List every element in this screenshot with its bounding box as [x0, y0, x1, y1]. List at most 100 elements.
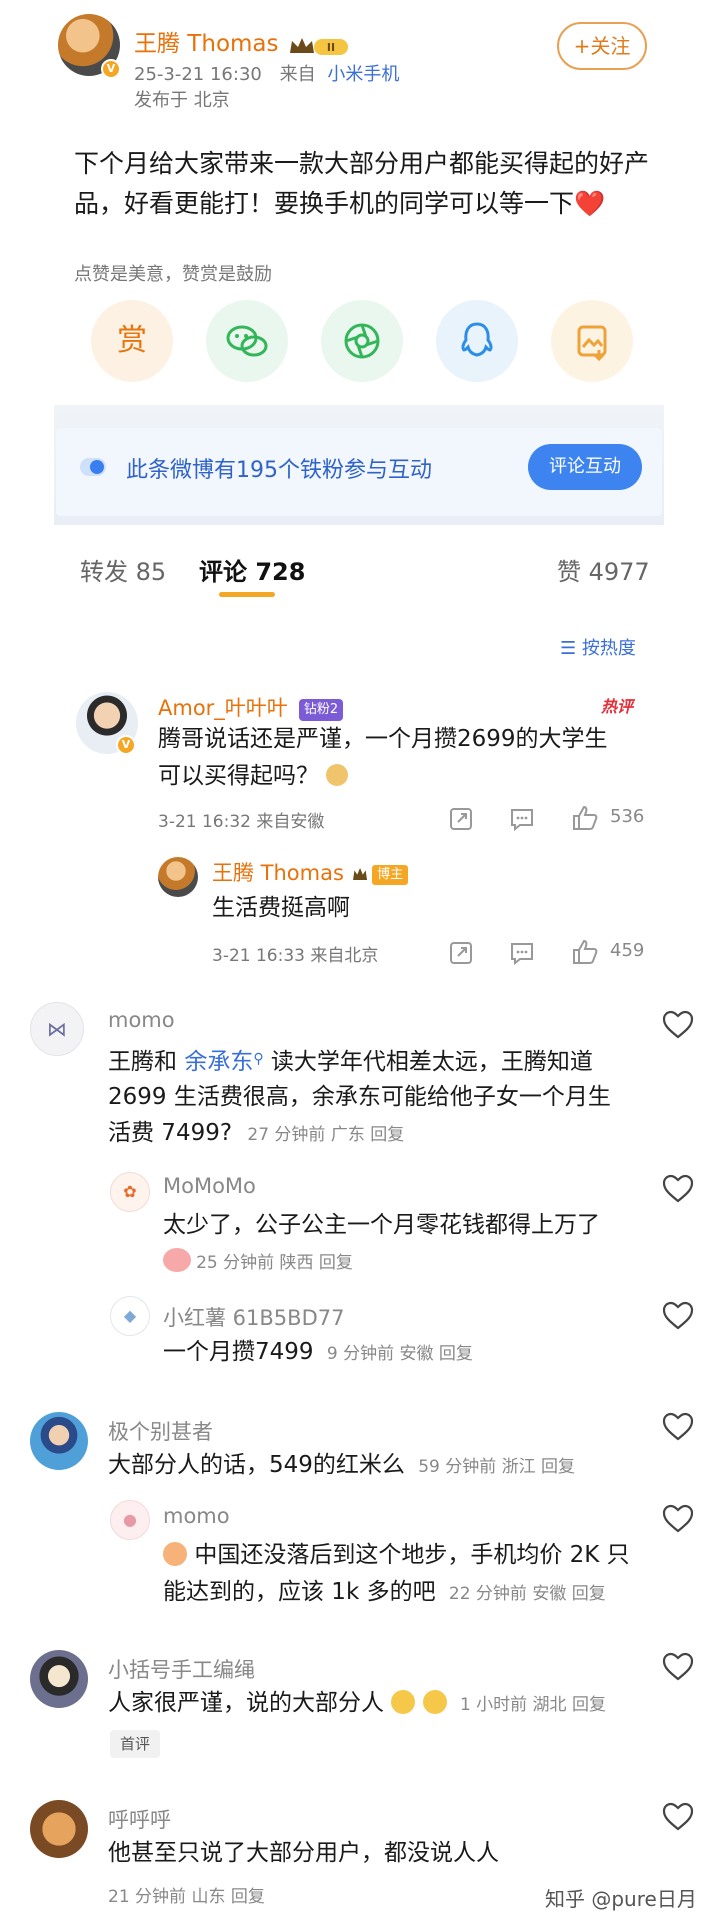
heart-icon[interactable]	[662, 1174, 694, 1204]
comment-avatar[interactable]	[30, 1650, 88, 1708]
like-count: 459	[610, 940, 645, 961]
reply-avatar[interactable]	[158, 857, 198, 897]
bunny-icon: ●	[123, 1510, 137, 1529]
comment-text-part: 读大学年代相差太远，王腾知道	[263, 1049, 593, 1075]
source-device[interactable]: 小米手机	[327, 64, 399, 85]
search-icon: ⚲	[253, 1051, 264, 1067]
heart-icon[interactable]	[662, 1504, 694, 1534]
moments-icon	[344, 323, 380, 359]
crown-icon	[353, 868, 368, 880]
commenter-name[interactable]: 呼呼呼	[108, 1804, 171, 1834]
comment-text-row: 大部分人的话，549的红米么 59 分钟前 浙江 回复	[108, 1446, 575, 1486]
commenter-name[interactable]: 极个别甚者	[108, 1416, 213, 1446]
reward-label: 赏	[117, 323, 147, 358]
comment-text-row: 人家很严谨，说的大部分人 1 小时前 湖北 回复	[108, 1684, 606, 1724]
reply-meta: 22 分钟前 安徽 回复	[448, 1584, 606, 1604]
reply-text: 生活费挺高啊	[212, 895, 350, 921]
wechat-icon	[226, 325, 268, 357]
comment-meta: 21 分钟前 山东 回复	[108, 1887, 265, 1907]
comment-icon[interactable]	[509, 806, 535, 832]
doge-emoji-icon	[326, 764, 349, 786]
reply-text-row: 一个月攒7499 9 分钟前 安徽 回复	[163, 1333, 473, 1373]
reply-name[interactable]: 小红薯 61B5BD77	[163, 1302, 344, 1332]
peach-emoji-icon	[163, 1542, 187, 1566]
reply-header: 王腾 Thomas 博主	[212, 857, 409, 887]
post-location: 发布于 北京	[134, 90, 230, 111]
reward-hint: 点赞是美意，赞赏是鼓励	[74, 264, 272, 285]
mention-link[interactable]: 余承东	[184, 1049, 253, 1075]
fans-text: 此条微博有195个铁粉参与互动	[126, 458, 432, 483]
post-meta: 25-3-21 16:30 来自 小米手机	[134, 60, 399, 86]
comment-icon[interactable]	[509, 940, 535, 966]
commenter-name[interactable]: momo	[108, 1008, 175, 1032]
save-image-icon	[577, 325, 607, 362]
bow-icon: ⋈	[47, 1017, 67, 1041]
tab-underline	[219, 592, 275, 597]
reply-name[interactable]: MoMoMo	[163, 1174, 256, 1198]
reply-name[interactable]: momo	[163, 1504, 230, 1528]
reply-meta-row: 25 分钟前 陕西 回复	[163, 1248, 353, 1273]
comment-text-line1: 腾哥说话还是严谨，一个月攒2699的大学生	[158, 726, 608, 752]
qq-icon	[461, 322, 493, 357]
heart-icon[interactable]	[662, 1301, 694, 1331]
commenter-name[interactable]: 小括号手工编绳	[108, 1654, 255, 1684]
heart-icon[interactable]	[662, 1412, 694, 1442]
reply-avatar[interactable]: ●	[110, 1500, 150, 1540]
reply-avatar[interactable]: ✿	[110, 1172, 150, 1212]
comment-avatar[interactable]	[30, 1800, 88, 1858]
reply-meta: 25 分钟前 陕西 回复	[196, 1253, 353, 1273]
level-badge-text: II	[327, 41, 335, 54]
carrot-icon: ✿	[123, 1182, 137, 1201]
tab-comment[interactable]: 评论 728	[199, 552, 305, 587]
moments-share-button[interactable]	[321, 300, 403, 382]
thumbs-up-icon[interactable]	[571, 938, 599, 966]
comment-avatar[interactable]	[30, 1412, 88, 1470]
reply-text-line2-content: 能达到的，应该 1k 多的吧	[163, 1579, 436, 1605]
author-name[interactable]: 王腾 Thomas	[134, 31, 279, 57]
verified-badge-icon: V	[101, 59, 121, 79]
comment-meta: 59 分钟前 浙江 回复	[418, 1457, 576, 1477]
smile-emoji-icon	[422, 1690, 447, 1714]
author-badge-text: 博主	[377, 867, 404, 882]
verified-badge-icon: V	[116, 735, 136, 755]
post-text: 下个月给大家带来一款大部分用户都能买得起的好产品，好看更能打！要换手机的同学可以…	[74, 149, 650, 218]
comment-avatar[interactable]: ⋈	[30, 1002, 84, 1056]
wechat-share-button[interactable]	[206, 300, 288, 382]
thumbs-up-icon[interactable]	[571, 804, 599, 832]
tab-like[interactable]: 赞 4977	[557, 552, 650, 587]
author-badge: 博主	[372, 865, 409, 885]
heart-icon[interactable]	[662, 1010, 694, 1040]
sort-by-hot-button[interactable]: ☰ 按热度	[560, 634, 636, 660]
comment-text-line2: 2699 生活费很高，余承东可能给他子女一个月生	[108, 1084, 611, 1110]
post-time: 25-3-21 16:30	[134, 64, 262, 85]
comment-text-line1: 王腾和 余承东⚲ 读大学年代相差太远，王腾知道	[108, 1040, 593, 1081]
comment-text-part: 王腾和	[108, 1049, 185, 1075]
reply-text-line1: 中国还没落后到这个地步，手机均价 2K 只	[163, 1536, 630, 1574]
comment-text: 人家很严谨，说的大部分人	[108, 1690, 384, 1716]
save-image-button[interactable]	[551, 300, 633, 382]
source-prefix: 来自	[279, 64, 316, 85]
tab-repost[interactable]: 转发 85	[80, 552, 166, 587]
hot-comment-badge: 热评	[601, 697, 634, 716]
heart-icon[interactable]	[662, 1652, 694, 1682]
commenter-name[interactable]: Amor_叶叶叶	[158, 696, 288, 720]
reply-author-name[interactable]: 王腾 Thomas	[212, 861, 344, 885]
reply-avatar[interactable]: ◆	[110, 1296, 150, 1336]
comment-interact-button[interactable]: 评论互动	[528, 444, 642, 490]
qq-share-button[interactable]	[436, 300, 518, 382]
first-comment-tag: 首评	[110, 1730, 160, 1758]
heart-icon[interactable]	[662, 1802, 694, 1832]
reward-button[interactable]: 赏	[91, 300, 173, 382]
comment-meta: 3-21 16:32 来自安徽	[158, 812, 325, 832]
sort-label: 按热度	[581, 638, 636, 659]
sort-icon: ☰	[560, 638, 577, 659]
comment-meta: 1 小时前 湖北 回复	[459, 1695, 606, 1715]
comment-text-line2: 可以买得起吗？	[158, 757, 349, 795]
comment-text-line3: 活费 7499? 27 分钟前 广东 回复	[108, 1114, 404, 1154]
follow-button[interactable]: +关注	[557, 22, 647, 70]
fan-badge: 钻粉2	[298, 699, 344, 721]
share-icon[interactable]	[448, 806, 474, 832]
diamond-icon: ◆	[123, 1306, 137, 1325]
reply-meta: 9 分钟前 安徽 回复	[326, 1344, 473, 1364]
share-icon[interactable]	[448, 940, 474, 966]
